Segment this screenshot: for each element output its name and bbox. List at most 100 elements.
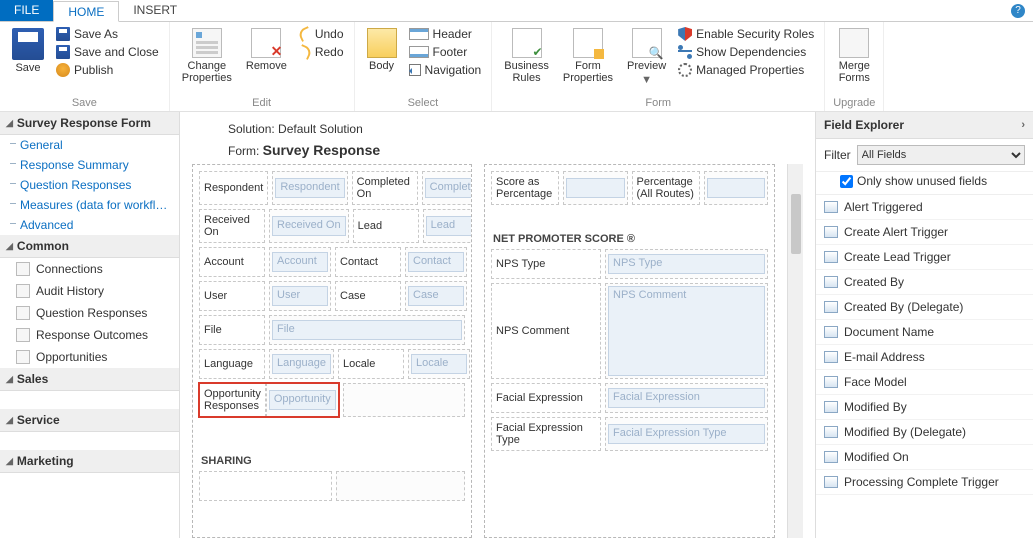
field-label[interactable]: Score as Percentage [491, 171, 559, 205]
header-button[interactable]: Header [407, 26, 484, 42]
only-unused-checkbox[interactable] [840, 175, 853, 188]
field-value[interactable]: Case [405, 281, 467, 311]
field-label[interactable]: Facial Expression Type [491, 417, 601, 451]
save-button[interactable]: Save [8, 26, 48, 76]
nav-item[interactable]: Question Responses [0, 302, 179, 324]
field-value[interactable]: NPS Type [605, 249, 768, 279]
tab-file[interactable]: FILE [0, 0, 53, 21]
field-value[interactable]: Lead [423, 209, 472, 243]
field-item[interactable]: Modified By (Delegate) [816, 420, 1033, 445]
nav-item[interactable]: Question Responses [0, 175, 179, 195]
managed-properties-button[interactable]: Managed Properties [676, 62, 816, 78]
footer-button[interactable]: Footer [407, 44, 484, 60]
field-label[interactable]: NPS Type [491, 249, 601, 279]
field-value[interactable]: Facial Expression Type [605, 417, 768, 451]
business-rules-button[interactable]: Business Rules [500, 26, 553, 86]
navigation-button[interactable]: Navigation [407, 62, 484, 78]
field-label[interactable]: Case [335, 281, 401, 311]
field-value[interactable] [704, 171, 768, 205]
show-dependencies-button[interactable]: Show Dependencies [676, 44, 816, 60]
filter-select[interactable]: All Fields [857, 145, 1025, 165]
nav-item[interactable]: Response Summary [0, 155, 179, 175]
field-item[interactable]: Created By (Delegate) [816, 295, 1033, 320]
left-common-header[interactable]: ◢Common [0, 235, 179, 258]
tab-insert[interactable]: INSERT [119, 0, 191, 21]
nav-item[interactable]: Response Outcomes [0, 324, 179, 346]
field-label[interactable]: NPS Comment [491, 283, 601, 379]
field-value[interactable]: Account [269, 247, 331, 277]
enable-security-roles-button[interactable]: Enable Security Roles [676, 26, 816, 42]
field-value[interactable]: Received On [269, 209, 349, 243]
remove-button[interactable]: Remove [242, 26, 291, 74]
field-item[interactable]: Face Model [816, 370, 1033, 395]
save-close-button[interactable]: Save and Close [54, 44, 161, 60]
change-properties-button[interactable]: Change Properties [178, 26, 236, 86]
canvas-scrollbar[interactable] [787, 164, 803, 538]
left-sales-header[interactable]: ◢Sales [0, 368, 179, 391]
tab-home[interactable]: HOME [53, 1, 119, 22]
field-label[interactable]: Percentage (All Routes) [632, 171, 700, 205]
field-value[interactable]: NPS Comment [605, 283, 768, 379]
field-item[interactable]: Created By [816, 270, 1033, 295]
left-service-header[interactable]: ◢Service [0, 409, 179, 432]
field-label[interactable]: Completed On [352, 171, 418, 205]
field-item[interactable]: Modified By [816, 395, 1033, 420]
empty-cell[interactable] [343, 383, 465, 417]
publish-button[interactable]: Publish [54, 62, 161, 78]
left-nav: ◢Survey Response Form GeneralResponse Su… [0, 112, 180, 538]
field-item[interactable]: E-mail Address [816, 345, 1033, 370]
field-value[interactable] [563, 171, 627, 205]
field-icon [824, 351, 838, 363]
merge-forms-button[interactable]: Merge Forms [835, 26, 874, 86]
chevron-down-icon: ▼ [641, 74, 652, 86]
preview-button[interactable]: Preview▼ [623, 26, 670, 88]
left-marketing-header[interactable]: ◢Marketing [0, 450, 179, 473]
section-nps[interactable]: NET PROMOTER SCORE ® [491, 229, 768, 249]
field-value[interactable]: Contact [405, 247, 467, 277]
field-label[interactable]: Language [199, 349, 265, 379]
undo-button[interactable]: Undo [297, 26, 346, 42]
field-label[interactable]: File [199, 315, 265, 345]
nav-item[interactable]: Connections [0, 258, 179, 280]
nav-item[interactable]: Opportunities [0, 346, 179, 368]
field-value[interactable]: Opportunity [266, 383, 339, 417]
redo-button[interactable]: Redo [297, 44, 346, 60]
field-label[interactable]: Respondent [199, 171, 268, 205]
field-item[interactable]: Alert Triggered [816, 195, 1033, 220]
field-item[interactable]: Modified On [816, 445, 1033, 470]
field-value[interactable]: Locale [408, 349, 470, 379]
scroll-thumb[interactable] [791, 194, 801, 254]
field-item[interactable]: Document Name [816, 320, 1033, 345]
field-value[interactable]: Completed [422, 171, 472, 205]
field-value[interactable]: User [269, 281, 331, 311]
field-value[interactable]: File [269, 315, 465, 345]
nav-item[interactable]: General [0, 135, 179, 155]
field-value[interactable]: Language [269, 349, 334, 379]
form-column-2[interactable]: Score as Percentage Percentage (All Rout… [484, 164, 775, 538]
field-item[interactable]: Create Alert Trigger [816, 220, 1033, 245]
field-value[interactable]: Respondent [272, 171, 347, 205]
field-label[interactable]: Account [199, 247, 265, 277]
nav-item[interactable]: Measures (data for workflo… [0, 195, 179, 215]
field-label[interactable]: Contact [335, 247, 401, 277]
field-item[interactable]: Create Lead Trigger [816, 245, 1033, 270]
nav-item[interactable]: Advanced [0, 215, 179, 235]
field-explorer-header[interactable]: Field Explorer› [816, 112, 1033, 139]
help-icon[interactable]: ? [1011, 4, 1025, 18]
form-properties-button[interactable]: Form Properties [559, 26, 617, 86]
section-sharing[interactable]: SHARING [199, 451, 465, 471]
field-value[interactable]: Facial Expression [605, 383, 768, 413]
field-label[interactable]: Facial Expression [491, 383, 601, 413]
save-as-button[interactable]: Save As [54, 26, 161, 42]
field-label[interactable]: Locale [338, 349, 404, 379]
field-label[interactable]: Opportunity Responses [199, 383, 266, 417]
nav-item[interactable]: Audit History [0, 280, 179, 302]
field-label[interactable]: Received On [199, 209, 265, 243]
field-label[interactable]: Lead [353, 209, 419, 243]
field-icon [824, 476, 838, 488]
form-column-1[interactable]: RespondentRespondentCompleted OnComplete… [192, 164, 472, 538]
field-label[interactable]: User [199, 281, 265, 311]
body-button[interactable]: Body [363, 26, 401, 74]
field-item[interactable]: Processing Complete Trigger [816, 470, 1033, 495]
left-form-header[interactable]: ◢Survey Response Form [0, 112, 179, 135]
